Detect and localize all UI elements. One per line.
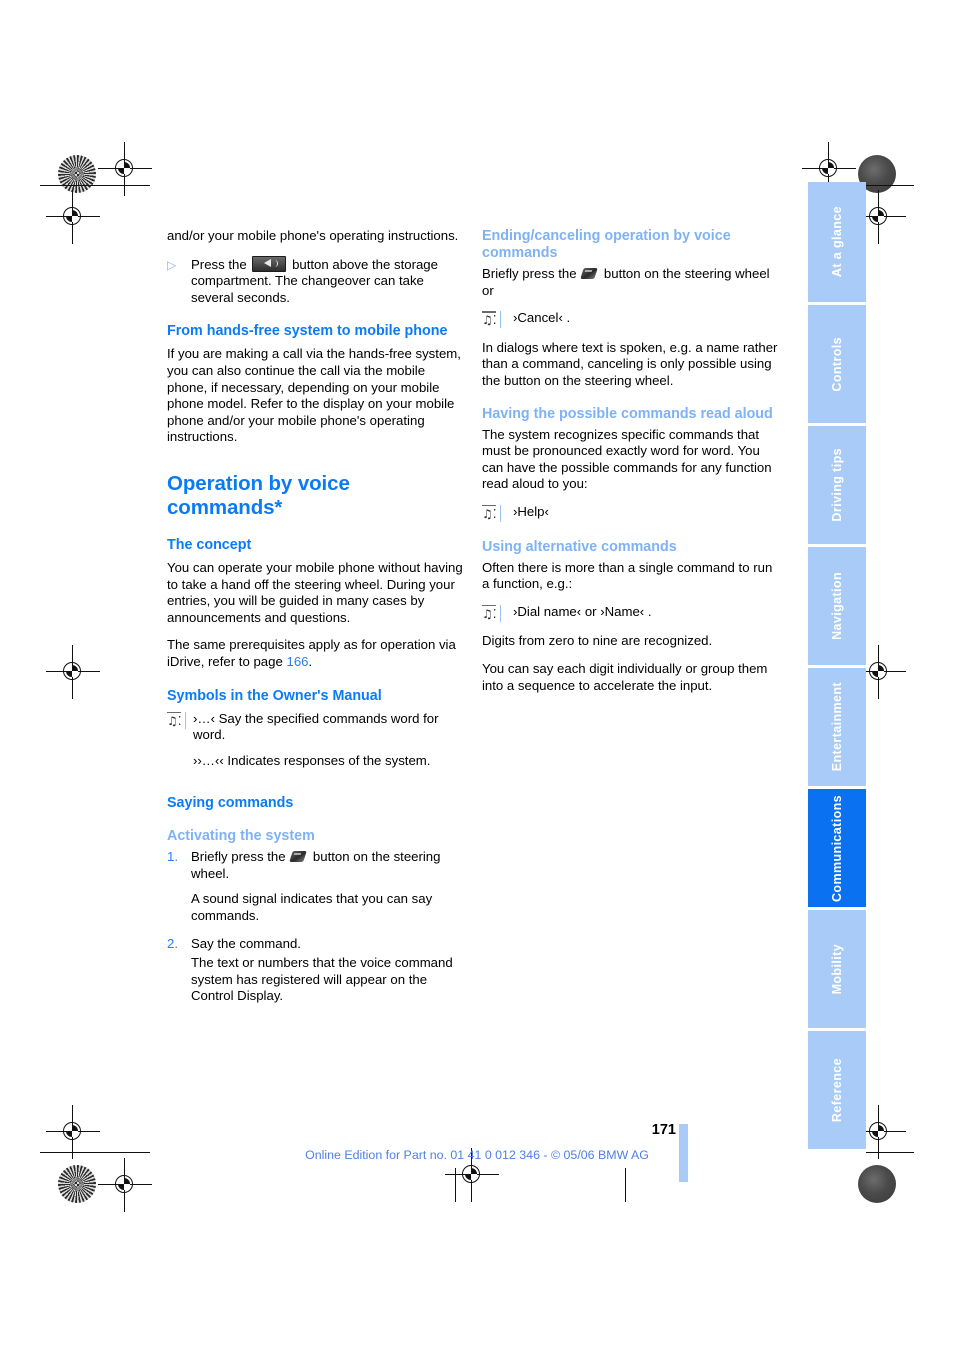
voice-command-icon: ♫⁚ — [482, 604, 501, 622]
handsfree-paragraph: If you are making a call via the hands-f… — [167, 346, 461, 445]
concept-paragraph-2: The same prerequisites apply as for oper… — [167, 637, 467, 670]
bullet-text-before: Press the — [191, 256, 247, 272]
left-text-column: and/or your mobile phone's operating ins… — [167, 228, 467, 1016]
step-number: 2. — [167, 935, 178, 951]
numbered-step-1: 1. Briefly press the button on the steer… — [167, 849, 467, 882]
speaker-button-icon — [252, 255, 287, 272]
heading-having-possible-commands-read-aloud: Having the possible commands read aloud — [482, 405, 773, 422]
heading-the-concept: The concept — [167, 536, 252, 553]
voice-command-dial-name-text: ›Dial name‹ or ›Name‹ . — [513, 603, 652, 619]
heading-activating-the-system: Activating the system — [167, 828, 315, 845]
voice-command-cancel-text: ›Cancel‹ . — [513, 310, 571, 326]
voice-command-icon-wrapper: ♫⁚ — [482, 310, 508, 329]
symbols-legend-block: ♫⁚ ›…‹ Say the specified commands word f… — [167, 711, 467, 779]
bullet-item-text: Press the button above the storage compa… — [191, 255, 467, 307]
voice-command-icon: ♫⁚ — [167, 711, 186, 729]
step-text: Briefly press the button on the steering… — [191, 849, 467, 882]
heading-using-alternative-commands: Using alternative commands — [482, 538, 677, 555]
heading-from-handsfree-to-mobile-phone: From hands-free system to mobile phone — [167, 323, 448, 340]
page-number: 171 — [651, 1122, 676, 1138]
heading-symbols-in-owners-manual: Symbols in the Owner's Manual — [167, 687, 382, 704]
triangle-bullet-icon: ▷ — [167, 257, 177, 272]
voice-command-icon-wrapper: ♫⁚ — [482, 604, 508, 623]
voice-command-icon-wrapper: ♫⁚ — [482, 504, 508, 523]
ending-note-paragraph: In dialogs where text is spoken, e.g. a … — [482, 339, 778, 388]
voice-command-icon: ♫⁚ — [482, 311, 501, 329]
ending-text-before: Briefly press the — [482, 266, 577, 281]
right-text-column: Ending/canceling operation by voice comm… — [482, 228, 782, 705]
symbol-response-text: ››…‹‹ Indicates responses of the system. — [193, 752, 431, 768]
voice-command-dial-name-block: ♫⁚ ›Dial name‹ or ›Name‹ . — [482, 604, 782, 623]
steering-wheel-button-icon — [580, 267, 599, 280]
readaloud-paragraph: The system recognizes specific commands … — [482, 426, 772, 492]
concept-text-after-link: . — [308, 653, 313, 669]
page-title-operation-by-voice-commands: Operation by voice commands* — [167, 471, 350, 519]
symbols-legend-text: ›…‹ Say the specified commands word for … — [193, 711, 467, 779]
step-text: Say the command. — [191, 935, 301, 951]
voice-command-icon: ♫⁚ — [482, 504, 501, 522]
step-2-note: The text or numbers that the voice comma… — [191, 955, 453, 1004]
voice-command-cancel-block: ♫⁚ ›Cancel‹ . — [482, 310, 782, 329]
voice-command-icon-wrapper: ♫⁚ — [167, 711, 193, 779]
alternative-note-1: Digits from zero to nine are recognized. — [482, 633, 713, 649]
step-1-text-before: Briefly press the — [191, 849, 286, 865]
page-cross-reference-link[interactable]: 166 — [286, 654, 308, 669]
concept-paragraph-1: You can operate your mobile phone withou… — [167, 559, 463, 625]
voice-command-help-text: ›Help‹ — [513, 503, 549, 519]
symbol-say-text: ›…‹ Say the specified commands word for … — [193, 710, 439, 743]
heading-ending-canceling-operation: Ending/canceling operation by voice comm… — [482, 228, 731, 261]
heading-saying-commands: Saying commands — [167, 795, 294, 812]
page-content: and/or your mobile phone's operating ins… — [0, 0, 954, 1351]
voice-command-help-block: ♫⁚ ›Help‹ — [482, 504, 782, 523]
bullet-item-press-button: ▷ Press the button above the storage com… — [167, 255, 467, 307]
online-edition-notice: Online Edition for Part no. 01 41 0 012 … — [305, 1148, 649, 1162]
step-1-note: A sound signal indicates that you can sa… — [191, 891, 433, 924]
step-number: 1. — [167, 849, 178, 865]
alternative-note-2: You can say each digit individually or g… — [482, 660, 768, 693]
alternative-paragraph: Often there is more than a single comman… — [482, 559, 773, 592]
continued-paragraph: and/or your mobile phone's operating ins… — [167, 228, 459, 243]
numbered-step-2: 2. Say the command. — [167, 936, 467, 953]
steering-wheel-button-icon — [289, 850, 308, 863]
ending-paragraph: Briefly press the button on the steering… — [482, 266, 782, 299]
